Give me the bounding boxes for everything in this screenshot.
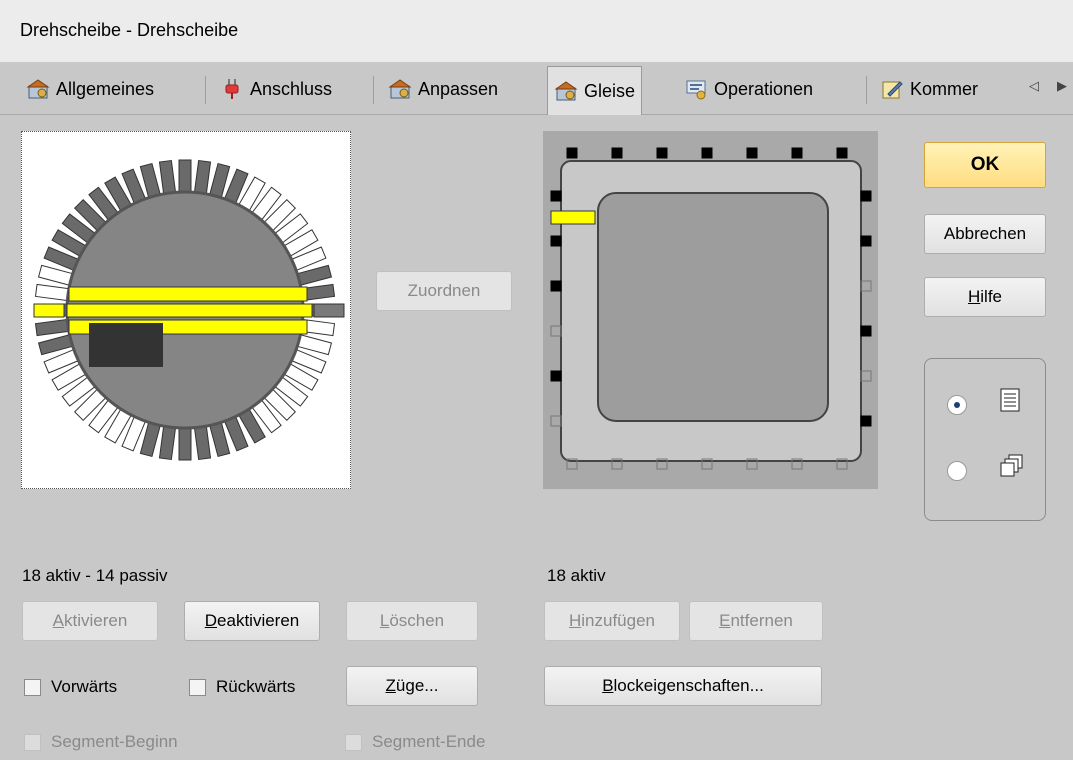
operations-icon [686, 80, 706, 100]
block-segment-mark [701, 147, 713, 159]
activate-button[interactable]: Aktivieren [22, 601, 158, 641]
block-segment-mark [860, 325, 872, 337]
tab-allgemeines[interactable]: Allgemeines [20, 68, 160, 110]
help-button[interactable]: Hilfe [924, 277, 1046, 317]
turntable-track-stub [158, 159, 177, 197]
turntable-track-stub [34, 318, 72, 337]
block-segment-mark [550, 325, 562, 337]
trains-button[interactable]: Züge... [346, 666, 478, 706]
turntable-track-stub [178, 425, 192, 461]
checkbox-box[interactable] [345, 733, 362, 751]
block-segment-mark [836, 147, 848, 159]
block-segment-mark [550, 235, 562, 247]
cancel-button[interactable]: Abbrechen [924, 214, 1046, 254]
edit-icon [882, 81, 903, 99]
checkbox-box[interactable] [189, 678, 206, 696]
block-properties-button[interactable]: Blockeigenschaften... [544, 666, 822, 706]
entry-track [33, 303, 65, 318]
turntable-track-stub [193, 159, 212, 197]
backward-checkbox[interactable]: Rückwärts [189, 677, 295, 697]
block-segment-mark [550, 190, 562, 202]
right-status-label: 18 aktiv [547, 566, 606, 585]
tab-anschluss[interactable]: Anschluss [214, 68, 338, 110]
tab-anpassen[interactable]: Anpassen [382, 68, 504, 110]
turntable-track-stub [34, 283, 72, 302]
block-segment-mark [656, 147, 668, 159]
turntable-track-stub [158, 423, 177, 461]
assign-button[interactable]: Zuordnen [376, 271, 512, 311]
scroll-right-icon[interactable]: ▶ [1057, 78, 1067, 94]
block-segment-mark [611, 147, 623, 159]
tab-label: Anschluss [250, 78, 333, 99]
tab-scroll: ◁ ▶ [1029, 78, 1067, 94]
block-segment-mark [860, 415, 872, 427]
turntable-diagram [33, 159, 345, 461]
bridge-track [66, 303, 313, 318]
tab-label: Allgemeines [56, 78, 155, 99]
turntable-cabin [89, 323, 163, 367]
view-cascade-radio[interactable] [947, 461, 967, 481]
tab-label: Kommer [910, 78, 979, 99]
plug-icon [225, 79, 239, 99]
block-inner [597, 192, 829, 422]
cascade-icon [1000, 454, 1023, 477]
view-mode-group [924, 358, 1046, 521]
segment-end-checkbox[interactable]: Segment-Ende [345, 732, 485, 752]
remove-button[interactable]: Entfernen [689, 601, 823, 641]
window-title: Drehscheibe - Drehscheibe [20, 20, 239, 40]
tab-bar: Allgemeines Anschluss Anpassen Gleise Op… [0, 62, 1073, 115]
tab-label: Operationen [714, 78, 814, 99]
block-track [550, 210, 596, 225]
block-segment-mark [860, 280, 872, 292]
block-segment-mark [550, 415, 562, 427]
tab-divider [205, 76, 206, 104]
scroll-left-icon[interactable]: ◁ [1029, 78, 1039, 94]
tab-label: Gleise [584, 80, 636, 101]
bridge-track [68, 286, 308, 302]
exit-track [313, 303, 345, 318]
tab-divider [373, 76, 374, 104]
window-title-bar: Drehscheibe - Drehscheibe [0, 0, 1073, 62]
block-preview[interactable] [543, 131, 878, 489]
list-icon [1000, 388, 1020, 412]
checkbox-box[interactable] [24, 733, 41, 751]
checkbox-box[interactable] [24, 678, 41, 696]
segment-begin-checkbox[interactable]: Segment-Beginn [24, 732, 178, 752]
block-segment-mark [860, 235, 872, 247]
delete-button[interactable]: Löschen [346, 601, 478, 641]
gear-icon [26, 79, 50, 99]
turntable-track-stub [193, 423, 212, 461]
turntable-track-stub [178, 159, 192, 195]
block-segment-mark [860, 190, 872, 202]
deactivate-button[interactable]: Deaktivieren [184, 601, 320, 641]
tab-label: Anpassen [418, 78, 499, 99]
block-segment-mark [746, 147, 758, 159]
left-status-label: 18 aktiv - 14 passiv [22, 566, 168, 585]
tab-kommentar[interactable]: Kommer [874, 68, 984, 110]
turntable-preview[interactable] [21, 131, 351, 489]
tab-divider [866, 76, 867, 104]
block-segment-mark [566, 147, 578, 159]
tab-operationen[interactable]: Operationen [678, 68, 819, 110]
tab-gleise[interactable]: Gleise [547, 66, 643, 115]
block-segment-mark [860, 370, 872, 382]
block-diagram [550, 147, 872, 470]
gear-icon [388, 79, 412, 99]
block-segment-mark [791, 147, 803, 159]
block-segment-mark [550, 280, 562, 292]
gear-icon [554, 81, 578, 101]
add-button[interactable]: Hinzufügen [544, 601, 680, 641]
view-list-radio[interactable] [947, 395, 967, 415]
forward-checkbox[interactable]: Vorwärts [24, 677, 117, 697]
ok-button[interactable]: OK [924, 142, 1046, 188]
block-segment-mark [550, 370, 562, 382]
